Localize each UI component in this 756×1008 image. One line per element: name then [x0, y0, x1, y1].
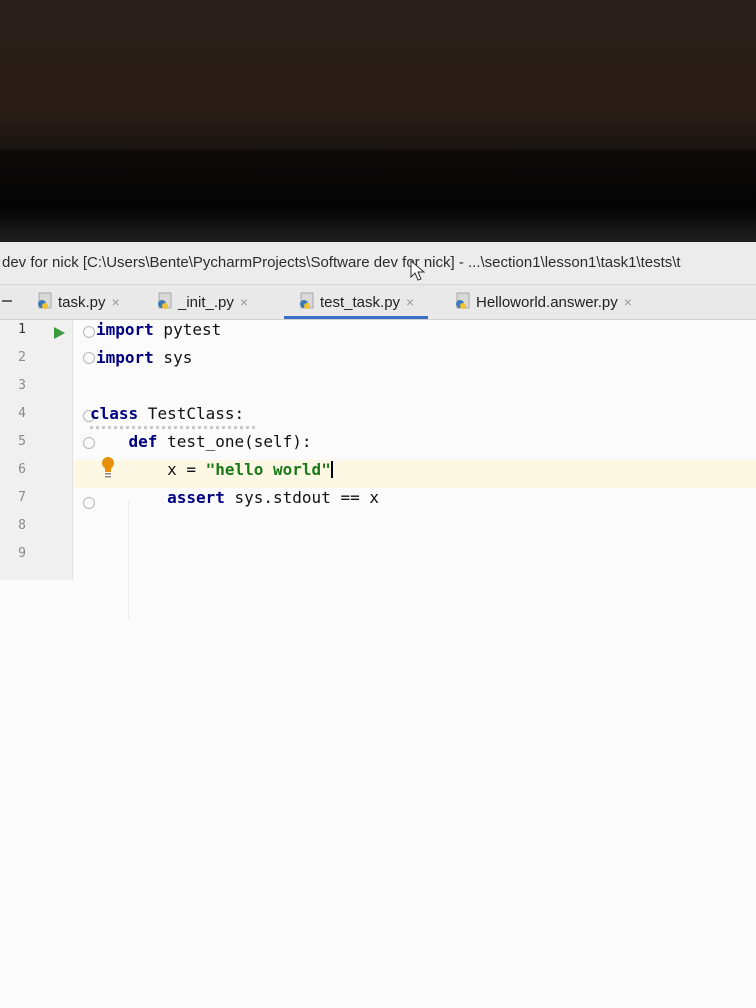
code-line-6: x = "hello world" [167, 460, 333, 479]
code-line-2: import sys [96, 348, 193, 367]
run-icon[interactable] [52, 326, 66, 340]
text-caret [330, 461, 333, 478]
pycharm-window: dev for nick [C:\Users\Bente\PycharmProj… [0, 242, 756, 1008]
line-number: 2 [18, 350, 26, 365]
line-number-gutter[interactable]: 1 2 3 4 5 6 7 8 9 [0, 320, 73, 580]
python-file-icon [300, 292, 314, 309]
mouse-cursor-icon [410, 260, 426, 281]
python-file-icon [158, 292, 172, 309]
tab-init-py[interactable]: _init_.py × [156, 285, 248, 319]
code-line-4: class TestClass: [90, 404, 245, 423]
photo-background [0, 0, 756, 245]
tab-test-task-py[interactable]: test_task.py × [284, 285, 429, 319]
python-file-icon [456, 292, 470, 309]
line-number: 8 [18, 518, 26, 533]
weak-warning-underline [90, 426, 255, 429]
code-line-1: import pytest [96, 320, 222, 339]
code-editor[interactable]: 1 2 3 4 5 6 7 8 9 import pytest import s… [0, 320, 756, 1008]
line-number: 7 [18, 490, 26, 505]
window-title: dev for nick [C:\Users\Bente\PycharmProj… [2, 254, 681, 271]
editor-tab-bar: task.py × _init_.py × test_task.py × Hellow… [0, 285, 756, 320]
fold-icon[interactable] [83, 326, 95, 338]
tab-label: Helloworld.answer.py [476, 294, 618, 311]
tab-label: _init_.py [178, 294, 234, 311]
tab-task-py[interactable]: task.py × [36, 285, 120, 319]
close-icon[interactable]: × [112, 294, 120, 310]
tab-bar-menu-icon[interactable] [2, 300, 12, 302]
close-icon[interactable]: × [624, 294, 632, 310]
tab-helloworld-answer-py[interactable]: Helloworld.answer.py × [454, 285, 632, 319]
indent-guide [128, 500, 129, 620]
line-number: 4 [18, 406, 26, 421]
line-number: 3 [18, 378, 26, 393]
line-number: 9 [18, 546, 26, 561]
close-icon[interactable]: × [240, 294, 248, 310]
window-title-bar: dev for nick [C:\Users\Bente\PycharmProj… [0, 242, 756, 285]
line-number: 1 [18, 322, 26, 337]
fold-icon[interactable] [83, 352, 95, 364]
close-icon[interactable]: × [406, 294, 414, 310]
line-number: 6 [18, 462, 26, 477]
tab-label: test_task.py [320, 294, 401, 311]
line-number: 5 [18, 434, 26, 449]
python-file-icon [38, 292, 52, 309]
tab-label: task.py [58, 294, 106, 311]
code-line-7: assert sys.stdout == x [167, 488, 379, 507]
code-line-5: def test_one(self): [128, 432, 312, 451]
